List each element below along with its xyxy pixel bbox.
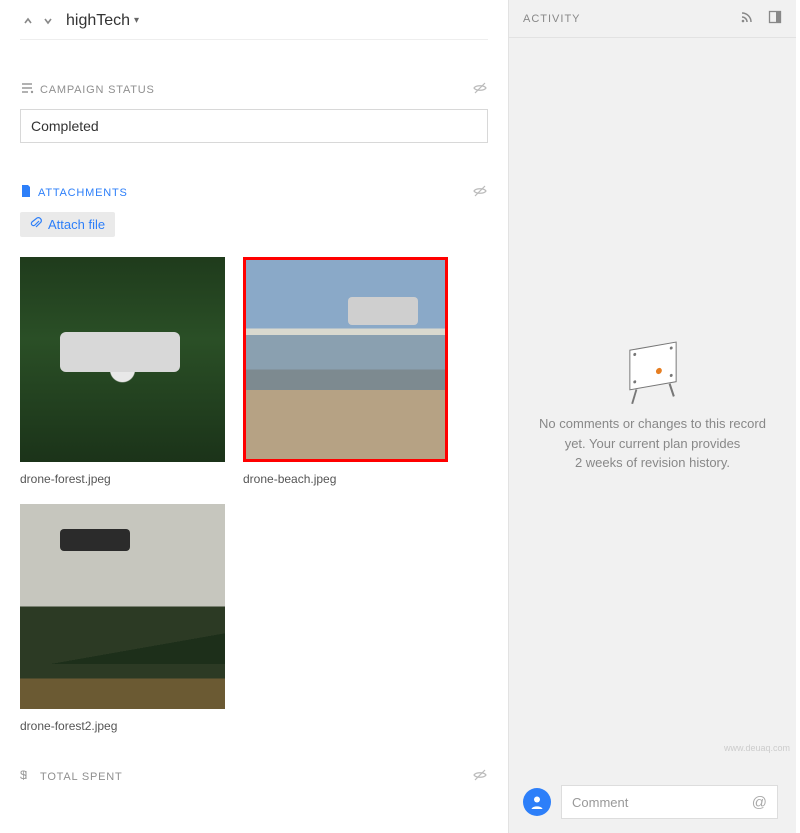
activity-empty-state: No comments or changes to this record ye… xyxy=(509,340,796,473)
rss-icon[interactable] xyxy=(740,10,754,27)
attachment-field-icon xyxy=(20,184,32,201)
next-record-button[interactable] xyxy=(40,13,56,29)
attachments-section: ATTACHMENTS Attach file drone-forest.jpe… xyxy=(20,183,488,733)
record-title-text: highTech xyxy=(66,12,130,30)
attach-file-label: Attach file xyxy=(48,217,105,232)
campaign-status-value[interactable]: Completed xyxy=(20,109,488,143)
attachment-thumbnail[interactable] xyxy=(20,504,225,709)
currency-icon: $ xyxy=(20,768,34,785)
collapse-panel-icon[interactable] xyxy=(768,10,782,27)
attachment-thumbnail[interactable] xyxy=(20,257,225,462)
comment-input[interactable]: Comment @ xyxy=(561,785,778,819)
field-visibility-icon[interactable] xyxy=(472,183,488,202)
attachments-label: ATTACHMENTS xyxy=(38,187,128,199)
activity-label: ACTIVITY xyxy=(523,13,581,25)
field-visibility-icon[interactable] xyxy=(472,80,488,99)
attachment-item: drone-forest.jpeg xyxy=(20,257,225,486)
paperclip-icon xyxy=(30,217,42,232)
single-select-icon xyxy=(20,81,34,98)
watermark: www.deuaq.com xyxy=(724,743,790,753)
attachments-head: ATTACHMENTS xyxy=(20,183,488,202)
attach-file-button[interactable]: Attach file xyxy=(20,212,115,237)
prev-record-button[interactable] xyxy=(20,13,36,29)
caret-down-icon: ▾ xyxy=(134,15,139,26)
comment-placeholder: Comment xyxy=(572,795,628,810)
empty-state-text: No comments or changes to this record xyxy=(539,414,766,434)
comment-bar: Comment @ xyxy=(523,783,778,821)
attachment-item: drone-beach.jpeg xyxy=(243,257,448,486)
activity-header: ACTIVITY xyxy=(509,0,796,38)
campaign-status-label: CAMPAIGN STATUS xyxy=(40,84,155,96)
activity-panel: ACTIVITY No comments or changes to this … xyxy=(508,0,796,833)
attachment-filename: drone-forest2.jpeg xyxy=(20,719,225,733)
avatar[interactable] xyxy=(523,788,551,816)
mention-icon[interactable]: @ xyxy=(752,794,767,811)
attachment-item: drone-forest2.jpeg xyxy=(20,504,225,733)
field-visibility-icon[interactable] xyxy=(472,767,488,786)
campaign-status-section: CAMPAIGN STATUS Completed xyxy=(20,80,488,143)
total-spent-label: TOTAL SPENT xyxy=(40,771,123,783)
attachment-thumbnail[interactable] xyxy=(243,257,448,462)
record-detail-panel: highTech ▾ CAMPAIGN STATUS Completed xyxy=(0,0,508,833)
campaign-status-head: CAMPAIGN STATUS xyxy=(20,80,488,99)
empty-state-text: yet. Your current plan provides xyxy=(565,434,741,454)
attachment-filename: drone-forest.jpeg xyxy=(20,472,225,486)
attachment-filename: drone-beach.jpeg xyxy=(243,472,448,486)
total-spent-section: $ TOTAL SPENT xyxy=(20,767,488,786)
record-title[interactable]: highTech ▾ xyxy=(66,12,139,30)
empty-state-text: 2 weeks of revision history. xyxy=(575,453,730,473)
attachments-grid: drone-forest.jpeg drone-beach.jpeg drone… xyxy=(20,257,488,733)
total-spent-head: $ TOTAL SPENT xyxy=(20,767,488,786)
empty-state-icon xyxy=(623,334,682,405)
record-header: highTech ▾ xyxy=(20,10,488,40)
